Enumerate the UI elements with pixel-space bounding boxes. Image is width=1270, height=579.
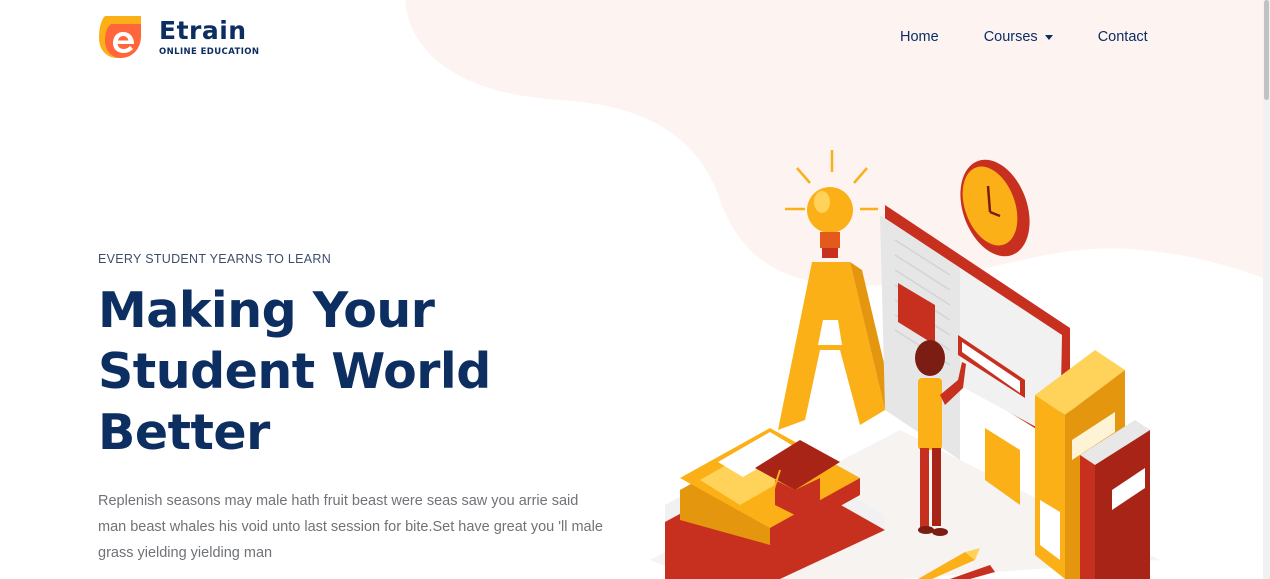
hero-section: EVERY STUDENT YEARNS TO LEARN Making You… <box>98 252 618 566</box>
main-nav: Home Courses Contact <box>880 27 1148 47</box>
nav-contact-label: Contact <box>1097 29 1148 45</box>
brand-logo[interactable]: Etrain ONLINE EDUCATION <box>97 14 259 60</box>
hero-headline-line-3: Better <box>98 404 270 461</box>
letter-a-block <box>778 262 896 430</box>
page-scrollbar[interactable] <box>1263 0 1270 579</box>
hero-headline: Making Your Student World Better <box>98 280 618 463</box>
nav-courses-label: Courses <box>983 29 1038 45</box>
brand-tagline: ONLINE EDUCATION <box>159 46 260 57</box>
hero-description: Replenish seasons may male hath fruit be… <box>98 493 603 561</box>
hero-headline-line-1: Making Your <box>98 282 435 339</box>
clock-icon <box>960 159 1030 257</box>
standing-books <box>1035 350 1150 579</box>
nav-home-label: Home <box>900 29 939 45</box>
hero-eyebrow: EVERY STUDENT YEARNS TO LEARN <box>98 252 332 266</box>
logo-e-icon <box>99 16 141 58</box>
education-illustration <box>650 150 1160 579</box>
caret-down-icon <box>1044 34 1053 40</box>
nav-courses-dropdown[interactable]: Courses <box>984 27 1053 47</box>
nav-home-link[interactable]: Home <box>900 27 939 47</box>
scrollbar-thumb[interactable] <box>1264 0 1269 100</box>
hero-headline-line-2: Student World <box>98 343 491 400</box>
site-header: Etrain ONLINE EDUCATION Home Courses Con… <box>0 0 1270 80</box>
brand-name: Etrain <box>159 15 247 45</box>
lightbulb-icon <box>785 150 878 258</box>
nav-contact-link[interactable]: Contact <box>1098 27 1148 47</box>
